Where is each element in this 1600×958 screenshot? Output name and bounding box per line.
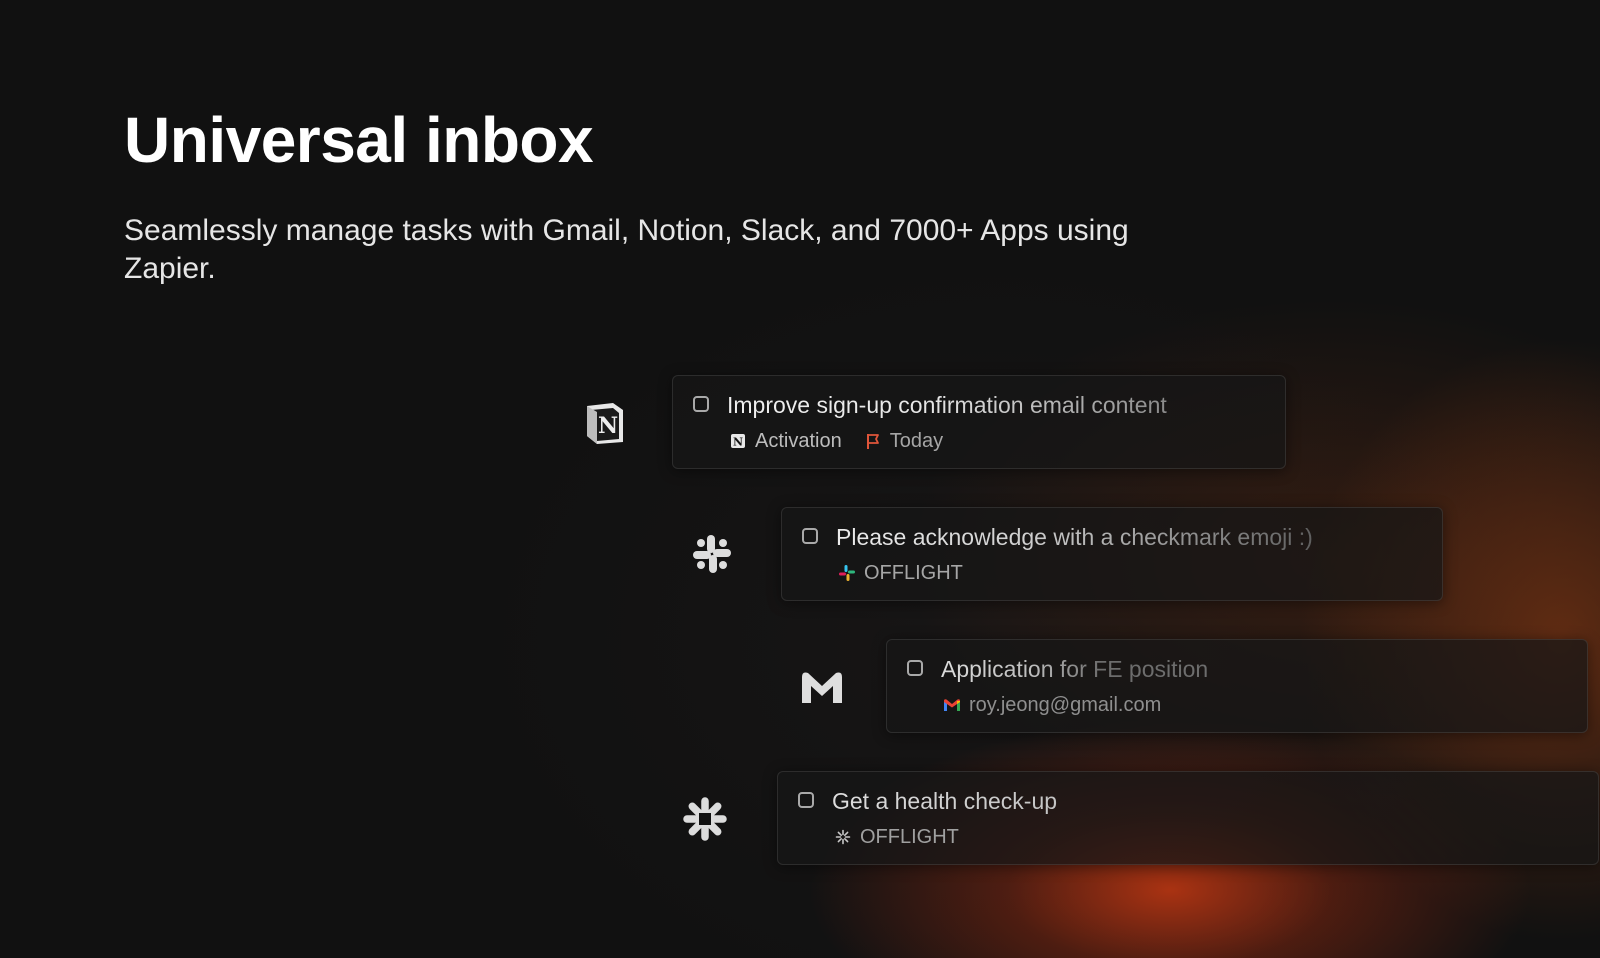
task-project-label: Activation bbox=[755, 430, 842, 452]
slack-icon bbox=[690, 532, 734, 576]
hero-section: Universal inbox Seamlessly manage tasks … bbox=[0, 0, 1600, 958]
task-meta: OFFLIGHT bbox=[834, 824, 959, 850]
task-workspace-label: OFFLIGHT bbox=[864, 562, 963, 584]
task-checkbox[interactable] bbox=[798, 792, 814, 808]
task-meta: N Activation Today bbox=[729, 428, 943, 454]
gmail-icon bbox=[943, 696, 961, 714]
task-title: Get a health check-up bbox=[832, 788, 1058, 814]
task-workspace-label: OFFLIGHT bbox=[860, 826, 959, 848]
page-title: Universal inbox bbox=[124, 104, 594, 176]
slack-icon bbox=[838, 564, 856, 582]
flag-icon bbox=[864, 432, 882, 450]
task-meta: OFFLIGHT bbox=[838, 560, 963, 586]
page-subtitle: Seamlessly manage tasks with Gmail, Noti… bbox=[124, 214, 1129, 285]
task-checkbox[interactable] bbox=[693, 396, 709, 412]
svg-text:N: N bbox=[733, 436, 743, 449]
task-checkbox[interactable] bbox=[802, 528, 818, 544]
notion-icon: N bbox=[729, 432, 747, 450]
svg-text:N: N bbox=[598, 413, 618, 439]
notion-icon: N bbox=[583, 400, 627, 446]
task-checkbox[interactable] bbox=[907, 660, 923, 676]
task-meta: roy.jeong@gmail.com bbox=[943, 692, 1161, 718]
task-sender-label: roy.jeong@gmail.com bbox=[969, 694, 1162, 716]
task-card-gmail[interactable]: Application for FE position roy.jeong@gm… bbox=[886, 639, 1588, 733]
task-title: Application for FE position bbox=[941, 656, 1209, 682]
task-card-zapier[interactable]: Get a health check-up OFFLIGHT bbox=[777, 771, 1599, 865]
task-due-label: Today bbox=[889, 430, 944, 452]
task-card-slack[interactable]: Please acknowledge with a checkmark emoj… bbox=[781, 507, 1443, 601]
task-card-notion[interactable]: Improve sign-up confirmation email conte… bbox=[672, 375, 1286, 469]
zapier-icon bbox=[834, 828, 852, 846]
gmail-icon bbox=[799, 667, 845, 707]
task-title: Improve sign-up confirmation email conte… bbox=[727, 392, 1167, 418]
task-title: Please acknowledge with a checkmark emoj… bbox=[836, 524, 1313, 550]
zapier-icon bbox=[683, 797, 727, 841]
